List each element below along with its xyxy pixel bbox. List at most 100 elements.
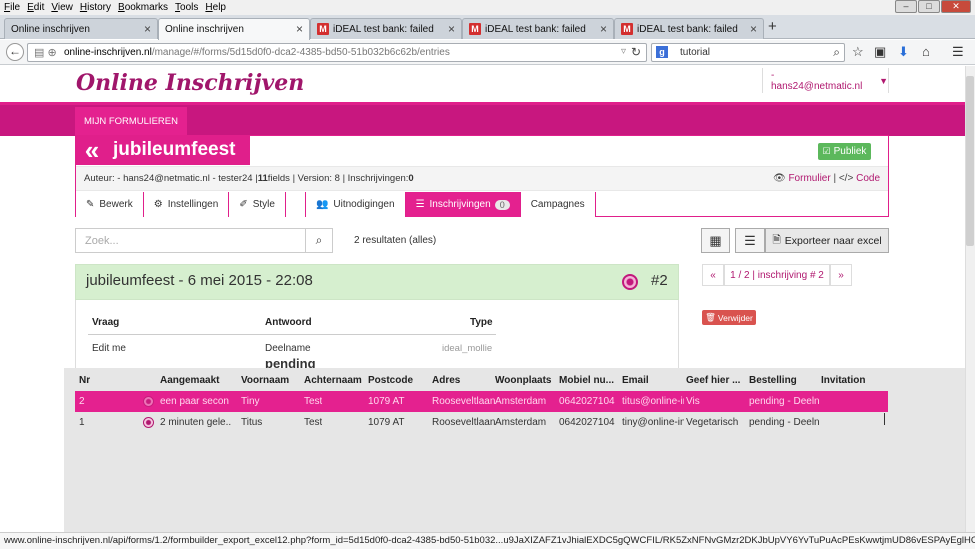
cell-voornaam: Titus <box>241 417 263 428</box>
site-logo[interactable]: Online Inschrijven <box>76 70 304 96</box>
globe-icon: ▤ ⊕ <box>34 47 57 59</box>
pencil-icon: ✎ <box>86 199 95 210</box>
inschrijvingen-badge: 0 <box>494 199 510 210</box>
browser-tab-2[interactable]: Online inschrijven × <box>158 18 310 40</box>
menu-edit[interactable]: Edit <box>27 2 44 13</box>
header-type: Type <box>470 317 493 328</box>
close-tab-icon[interactable]: × <box>750 22 757 36</box>
scrollbar-thumb[interactable] <box>966 76 974 246</box>
text-cursor <box>884 413 885 425</box>
cell-aangemaakt: 2 minuten gele... <box>160 417 232 428</box>
code-link[interactable]: Code <box>856 173 880 184</box>
delete-button[interactable]: 🗑 Verwijder <box>702 310 756 325</box>
cell-email: tiny@online-in: <box>622 417 684 428</box>
tab-style[interactable]: ✐ Style <box>229 192 286 217</box>
formulier-link[interactable]: Formulier <box>788 173 830 184</box>
menu-bar: File Edit View History Bookmarks Tools H… <box>0 0 975 15</box>
col-voornaam[interactable]: Voornaam <box>241 375 289 386</box>
table-row[interactable]: 1 2 minuten gele... Titus Test 1079 AT R… <box>75 412 888 433</box>
menu-help[interactable]: Help <box>205 2 226 13</box>
user-menu[interactable]: - hans24@netmatic.nl ▼ <box>762 68 889 93</box>
tab-label: iDEAL test bank: failed <box>637 23 738 35</box>
tab-instellingen[interactable]: ⚙ Instellingen <box>143 192 230 217</box>
entry-antwoord: Deelname <box>265 343 311 354</box>
export-excel-button[interactable]: 🗎 Exporteer naar excel <box>765 228 889 253</box>
search-icon[interactable]: ⌕ <box>833 45 840 60</box>
tab-campagnes[interactable]: Campagnes <box>520 192 596 217</box>
excel-icon: 🗎 <box>772 233 781 246</box>
menu-file[interactable]: File <box>4 2 20 13</box>
prev-page-button[interactable]: « <box>702 264 724 286</box>
col-bestelling[interactable]: Bestelling <box>749 375 797 386</box>
gmail-icon: M <box>621 23 633 35</box>
publiek-badge[interactable]: ☑ Publiek <box>818 143 871 160</box>
search-input[interactable]: Zoek... <box>75 228 306 253</box>
new-tab-button[interactable]: + <box>768 18 777 35</box>
entry-body: Vraag Antwoord Type Edit me Deelname ide… <box>75 300 679 371</box>
col-email[interactable]: Email <box>622 375 649 386</box>
brush-icon: ✐ <box>239 199 248 210</box>
minimize-button[interactable]: – <box>895 0 917 13</box>
menu-bookmarks[interactable]: Bookmarks <box>118 2 168 13</box>
search-button[interactable]: ⌕ <box>305 228 333 253</box>
cell-email: titus@online-ir <box>622 396 684 407</box>
dropdown-icon[interactable]: ▿ <box>621 46 626 57</box>
close-tab-icon[interactable]: × <box>600 22 607 36</box>
close-tab-icon[interactable]: × <box>144 22 151 36</box>
col-invitation[interactable]: Invitation <box>821 375 865 386</box>
tab-bewerk[interactable]: ✎ Bewerk <box>75 192 144 217</box>
page-indicator[interactable]: 1 / 2 | inschrijving # 2 <box>724 264 830 286</box>
reload-icon[interactable]: ↻ <box>631 45 641 59</box>
browser-tab-1[interactable]: Online inschrijven × <box>4 18 158 39</box>
tab-label: Online inschrijven <box>11 23 90 35</box>
close-window-button[interactable]: ✕ <box>941 0 971 13</box>
col-mobiel[interactable]: Mobiel nu... <box>559 375 614 386</box>
cell-geef: Vis <box>686 396 700 407</box>
col-aangemaakt[interactable]: Aangemaakt <box>160 375 219 386</box>
nav-mijn-formulieren[interactable]: MIJN FORMULIEREN <box>75 107 187 136</box>
tab-uitnodigingen[interactable]: 👥 Uitnodigingen <box>305 192 406 217</box>
col-geef[interactable]: Geef hier ... <box>686 375 740 386</box>
menu-tools[interactable]: Tools <box>175 2 198 13</box>
tab-inschrijvingen[interactable]: ☰ Inschrijvingen 0 <box>405 192 521 217</box>
meta-inschrijvingen: 0 <box>408 173 414 184</box>
next-page-button[interactable]: » <box>830 264 852 286</box>
col-woonplaats[interactable]: Woonplaats <box>495 375 551 386</box>
results-count: 2 resultaten (alles) <box>354 235 437 246</box>
navigation-bar: ← ▤ ⊕ online-inschrijven.nl/manage/#/for… <box>0 40 975 65</box>
header-antwoord: Antwoord <box>265 317 312 328</box>
reading-list-icon[interactable]: ▣ <box>874 44 886 60</box>
cell-aangemaakt: een paar secon <box>160 396 229 407</box>
list-view-button[interactable]: ☰ <box>735 228 765 253</box>
tab-label: Online inschrijven <box>165 24 244 35</box>
tab-empty[interactable] <box>285 192 306 217</box>
menu-icon[interactable]: ☰ <box>952 44 964 60</box>
address-bar[interactable]: ▤ ⊕ online-inschrijven.nl/manage/#/forms… <box>27 43 647 62</box>
col-achternaam[interactable]: Achternaam <box>304 375 362 386</box>
table-row[interactable]: 2 een paar secon Tiny Test 1079 AT Roose… <box>75 391 888 412</box>
star-icon[interactable]: ☆ <box>852 44 864 60</box>
home-icon[interactable]: ⌂ <box>922 44 930 59</box>
menu-history[interactable]: History <box>80 2 111 13</box>
cell-mobiel: 0642027104 <box>559 396 615 407</box>
calendar-view-button[interactable]: ▦ <box>701 228 730 253</box>
back-chevron-icon[interactable]: « <box>75 137 109 163</box>
col-postcode[interactable]: Postcode <box>368 375 413 386</box>
close-tab-icon[interactable]: × <box>296 22 303 36</box>
cell-postcode: 1079 AT <box>368 417 405 428</box>
browser-tab-3[interactable]: MiDEAL test bank: failed × <box>310 18 462 39</box>
list-icon: ☰ <box>744 233 756 248</box>
search-icon: ⌕ <box>315 233 323 247</box>
cell-geef: Vegetarisch <box>686 417 739 428</box>
col-nr[interactable]: Nr <box>79 375 90 386</box>
browser-tab-4[interactable]: MiDEAL test bank: failed × <box>462 18 614 39</box>
browser-tab-5[interactable]: MiDEAL test bank: failed × <box>614 18 764 39</box>
menu-view[interactable]: View <box>51 2 73 13</box>
close-tab-icon[interactable]: × <box>448 22 455 36</box>
google-icon[interactable]: g <box>656 46 668 58</box>
download-icon[interactable]: ⬇ <box>898 44 909 60</box>
search-bar[interactable]: g tutorial ⌕ <box>651 43 845 62</box>
maximize-button[interactable]: □ <box>918 0 940 13</box>
col-adres[interactable]: Adres <box>432 375 460 386</box>
back-icon[interactable]: ← <box>6 43 24 61</box>
